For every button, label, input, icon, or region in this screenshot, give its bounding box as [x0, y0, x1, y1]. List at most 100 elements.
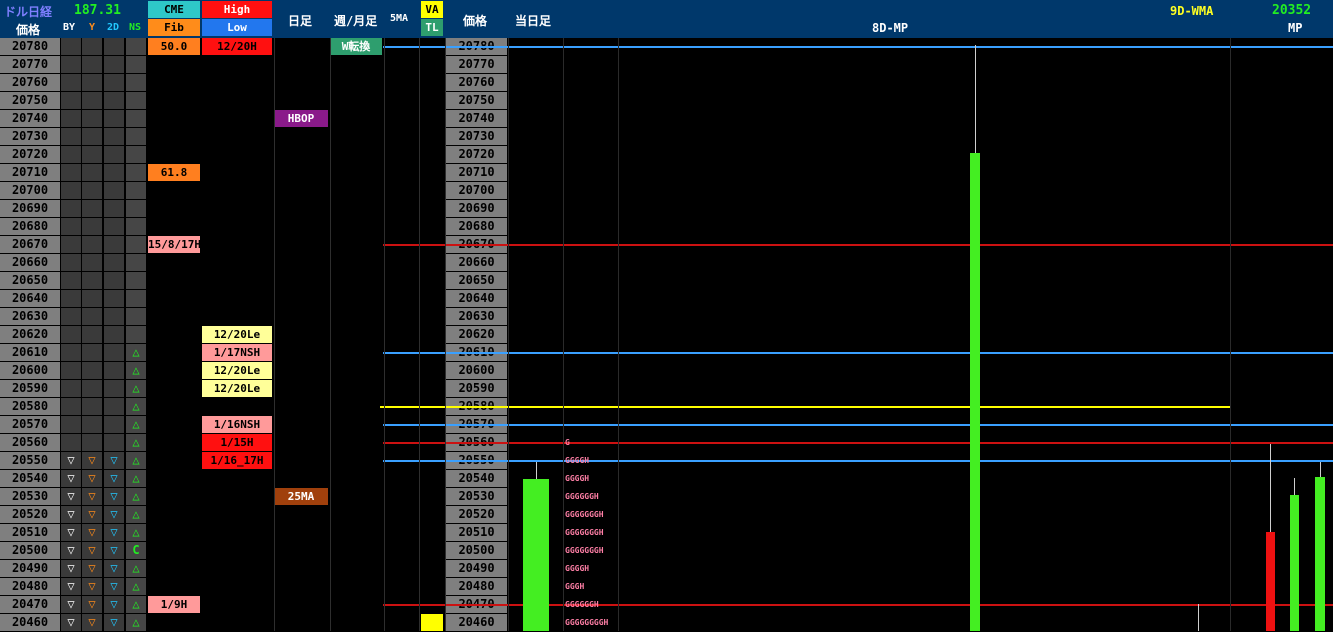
market-profile-row: GGGGGGGH — [565, 510, 604, 519]
daily-label: 日足 — [288, 14, 313, 28]
signal-cell-by — [61, 218, 81, 235]
grid-vline — [508, 38, 509, 631]
price-cell: 20530 — [0, 488, 60, 505]
price-cell: 20520 — [0, 506, 60, 523]
price-cell-right: 20710 — [446, 164, 507, 181]
price-cell: 20480 — [0, 578, 60, 595]
price-row: 20750 20750 — [0, 92, 1333, 110]
signal-cell-by — [61, 380, 81, 397]
signal-cell-by — [61, 200, 81, 217]
signal-cell-by — [61, 344, 81, 361]
candle-bar — [1290, 495, 1299, 631]
signal-cell-y — [82, 272, 102, 289]
price-row: 20500 20500 ▽ ▽ ▽ C — [0, 542, 1333, 560]
price-row: 20530 20530 ▽ ▽ ▽ △ 25MA — [0, 488, 1333, 506]
market-profile-row: GGGGGGH — [565, 600, 599, 609]
price-cell-right: 20510 — [446, 524, 507, 541]
level-line — [383, 424, 1333, 426]
price-row: 20510 20510 ▽ ▽ ▽ △ — [0, 524, 1333, 542]
price-cell-right: 20720 — [446, 146, 507, 163]
price-cell-right: 20540 — [446, 470, 507, 487]
header-bar: ドル日経 187.31 価格 BY Y 2D NS CME Fib High L… — [0, 0, 1333, 38]
signal-cell-y — [82, 92, 102, 109]
signal-y-icon: ▽ — [88, 489, 96, 503]
level-tag: 50.0 — [148, 38, 200, 55]
price-cell: 20510 — [0, 524, 60, 541]
signal-cell-ns — [126, 128, 146, 145]
signal-ns-icon: △ — [132, 471, 140, 485]
price-cell: 20720 — [0, 146, 60, 163]
price-cell: 20660 — [0, 254, 60, 271]
signal-y-icon: ▽ — [88, 453, 96, 467]
signal-cell-ns — [126, 110, 146, 127]
level-tag: 25MA — [274, 488, 328, 505]
signal-cell-by — [61, 254, 81, 271]
price-cell-right: 20740 — [446, 110, 507, 127]
signal-cell-d2 — [104, 146, 124, 163]
weekly-monthly-label: 週/月足 — [334, 14, 378, 28]
level-tag: 1/16NSH — [202, 416, 272, 433]
price-cell: 20770 — [0, 56, 60, 73]
candle-bar — [1266, 532, 1275, 631]
instrument-title: ドル日経 — [4, 5, 53, 19]
level-tag: 1/17NSH — [202, 344, 272, 361]
signal-ns-icon: △ — [132, 417, 140, 431]
price-cell: 20670 — [0, 236, 60, 253]
mp-label: MP — [1288, 21, 1303, 35]
price-cell: 20680 — [0, 218, 60, 235]
signal-ns-icon: △ — [132, 399, 140, 413]
signal-cell-ns — [126, 236, 146, 253]
signal-cell-d2 — [104, 110, 124, 127]
cme-label: CME — [148, 1, 200, 18]
candle-wick — [1320, 462, 1321, 477]
candle-wick — [536, 462, 537, 479]
signal-cell-ns — [126, 218, 146, 235]
price-cell: 20590 — [0, 380, 60, 397]
market-profile-row: GGGGGGGH — [565, 528, 604, 537]
price-label-2: 価格 — [463, 14, 488, 28]
price-cell-right: 20530 — [446, 488, 507, 505]
price-cell-right: 20680 — [446, 218, 507, 235]
level-tag: 61.8 — [148, 164, 200, 181]
market-profile-row: GGGGH — [565, 456, 590, 465]
price-cell-right: 20590 — [446, 380, 507, 397]
price-row: 20520 20520 ▽ ▽ ▽ △ — [0, 506, 1333, 524]
candle-bar — [1315, 477, 1325, 631]
level-tag: 12/20Le — [202, 362, 272, 379]
level-tag: 1/15H — [202, 434, 272, 451]
signal-cell-by — [61, 326, 81, 343]
price-row: 20630 20630 — [0, 308, 1333, 326]
grid-vline — [1230, 38, 1231, 631]
signal-ns-icon: C — [132, 543, 140, 557]
signal-cell-by — [61, 308, 81, 325]
price-cell-right: 20640 — [446, 290, 507, 307]
price-row: 20760 20760 — [0, 74, 1333, 92]
wma-value: 20352 — [1272, 3, 1312, 18]
signal-cell-d2 — [104, 344, 124, 361]
tl-label: TL — [421, 19, 443, 36]
grid-vline — [274, 38, 275, 631]
signal-by-icon: ▽ — [67, 597, 75, 611]
level-tag: 12/20Le — [202, 326, 272, 343]
signal-cell-ns — [126, 290, 146, 307]
price-label: 価格 — [16, 23, 41, 37]
grid-vline — [384, 38, 385, 631]
price-cell: 20760 — [0, 74, 60, 91]
profile-marker — [1198, 604, 1199, 631]
signal-cell-d2 — [104, 92, 124, 109]
price-cell-right: 20750 — [446, 92, 507, 109]
price-cell: 20550 — [0, 452, 60, 469]
signal-d2-icon: ▽ — [110, 615, 118, 629]
signal-ns-icon: △ — [132, 435, 140, 449]
price-row: 20490 20490 ▽ ▽ ▽ △ — [0, 560, 1333, 578]
market-profile-row: GGGH — [565, 582, 585, 591]
price-cell: 20710 — [0, 164, 60, 181]
signal-ns-icon: △ — [132, 579, 140, 593]
signal-d2-icon: ▽ — [110, 507, 118, 521]
signal-cell-y — [82, 236, 102, 253]
price-cell: 20610 — [0, 344, 60, 361]
signal-y-icon: ▽ — [88, 525, 96, 539]
signal-cell-y — [82, 254, 102, 271]
signal-cell-by — [61, 146, 81, 163]
signal-d2-icon: ▽ — [110, 543, 118, 557]
